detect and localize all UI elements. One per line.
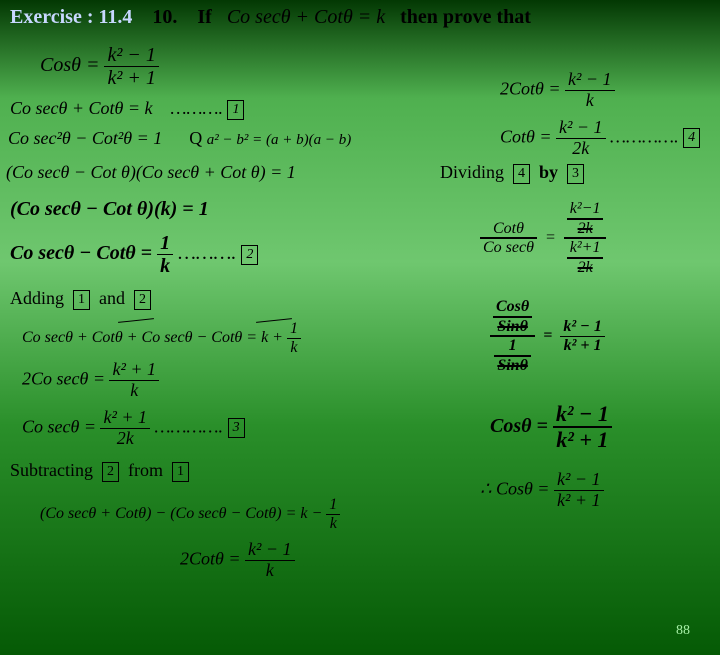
r3-rnd: 2k — [567, 220, 604, 238]
eq1: Co secθ + Cotθ = k — [10, 98, 152, 118]
2cot-den: k — [245, 561, 295, 581]
r2-num: k² − 1 — [556, 118, 606, 139]
r4-rnum: k² − 1 — [560, 318, 605, 337]
eq5-den: k — [157, 255, 173, 277]
r5-den: k² + 1 — [553, 428, 612, 452]
dividing-label: Dividing — [440, 162, 504, 182]
r6-num: k² − 1 — [554, 470, 604, 491]
r4-lmid: Sinθ — [493, 318, 532, 336]
identity: a² − b² = (a + b)(a − b) — [207, 132, 351, 148]
subtract-box-b: 1 — [172, 462, 189, 482]
box-3: 3 — [228, 418, 245, 438]
question-number: 10. — [152, 6, 177, 28]
r4-lden: 1 — [494, 337, 531, 357]
r5-lhs: Cosθ = — [490, 415, 548, 437]
r2-lhs: Cotθ = — [500, 126, 552, 146]
subtract-box-a: 2 — [102, 462, 119, 482]
exercise-label: Exercise : 11.4 — [10, 6, 132, 28]
eq5-num: 1 — [157, 232, 173, 255]
sub-frac-num: 1 — [326, 496, 340, 515]
r1-den: k — [565, 91, 615, 111]
2cosec-num: k² + 1 — [109, 360, 159, 381]
r4-lden2: Sinθ — [494, 357, 531, 375]
subtract-from: from — [128, 460, 163, 480]
target-num: k² − 1 — [104, 44, 158, 67]
sub-frac-den: k — [326, 515, 340, 533]
r4-lnum: Cosθ — [493, 298, 532, 318]
cosec-num: k² + 1 — [100, 408, 150, 429]
2cot-num: k² − 1 — [245, 540, 295, 561]
dots2: ………. — [178, 242, 236, 264]
subtract-label: Subtracting — [10, 460, 93, 480]
target-lhs: Cosθ = — [40, 54, 99, 76]
target-den: k² + 1 — [104, 67, 158, 89]
r4-rden: k² + 1 — [560, 337, 605, 355]
add-frac-den: k — [287, 339, 301, 357]
r3-rnn: k²−1 — [567, 200, 604, 220]
eq5-lhs: Co secθ − Cotθ = — [10, 242, 152, 264]
dots1: ………. — [170, 98, 223, 118]
dividing-box-a: 4 — [513, 164, 530, 184]
dividing-by: by — [539, 162, 558, 182]
r3-rdn: k²+1 — [567, 239, 604, 259]
r2-den: 2k — [556, 139, 606, 159]
premise: Co secθ + Cotθ = k — [227, 6, 385, 28]
page-number: 88 — [676, 623, 690, 639]
eq4: (Co secθ − Cot θ)(k) = 1 — [10, 198, 209, 221]
dividing-box-b: 3 — [567, 164, 584, 184]
dots4: …………. — [610, 126, 679, 146]
2cosec-den: k — [109, 381, 159, 401]
r3-lden: Co secθ — [480, 239, 537, 257]
word-then: then prove that — [400, 6, 531, 28]
adding-label: Adding — [10, 288, 64, 308]
cosec-den: 2k — [100, 429, 150, 449]
cosec-lhs: Co secθ = — [22, 416, 96, 436]
r6-lhs: ∴ Cosθ = — [480, 478, 549, 498]
box-2: 2 — [241, 245, 258, 265]
word-if: If — [197, 6, 211, 28]
q-mark: Q — [189, 128, 202, 148]
sub-expand: (Co secθ + Cotθ) − (Co secθ − Cotθ) = k … — [40, 505, 322, 522]
r3-rdd: 2k — [567, 259, 604, 277]
eq2: Co sec²θ − Cot²θ = 1 — [8, 128, 162, 148]
adding-box-a: 1 — [73, 290, 90, 310]
adding-and: and — [99, 288, 125, 308]
2cosec-lhs: 2Co secθ = — [22, 368, 105, 388]
dots3: …………. — [155, 416, 224, 436]
r5-num: k² − 1 — [553, 402, 612, 428]
add-expand: Co secθ + Cotθ + Co secθ − Cotθ = k + — [22, 329, 283, 346]
box-1: 1 — [227, 100, 244, 120]
2cot-lhs: 2Cotθ = — [180, 548, 241, 568]
r1-num: k² − 1 — [565, 70, 615, 91]
r1-lhs: 2Cotθ = — [500, 78, 561, 98]
r6-den: k² + 1 — [554, 491, 604, 511]
adding-box-b: 2 — [134, 290, 151, 310]
add-frac-num: 1 — [287, 320, 301, 339]
r3-lnum: Cotθ — [480, 220, 537, 240]
box-4: 4 — [683, 128, 700, 148]
eq3: (Co secθ − Cot θ)(Co secθ + Cot θ) = 1 — [6, 162, 296, 183]
